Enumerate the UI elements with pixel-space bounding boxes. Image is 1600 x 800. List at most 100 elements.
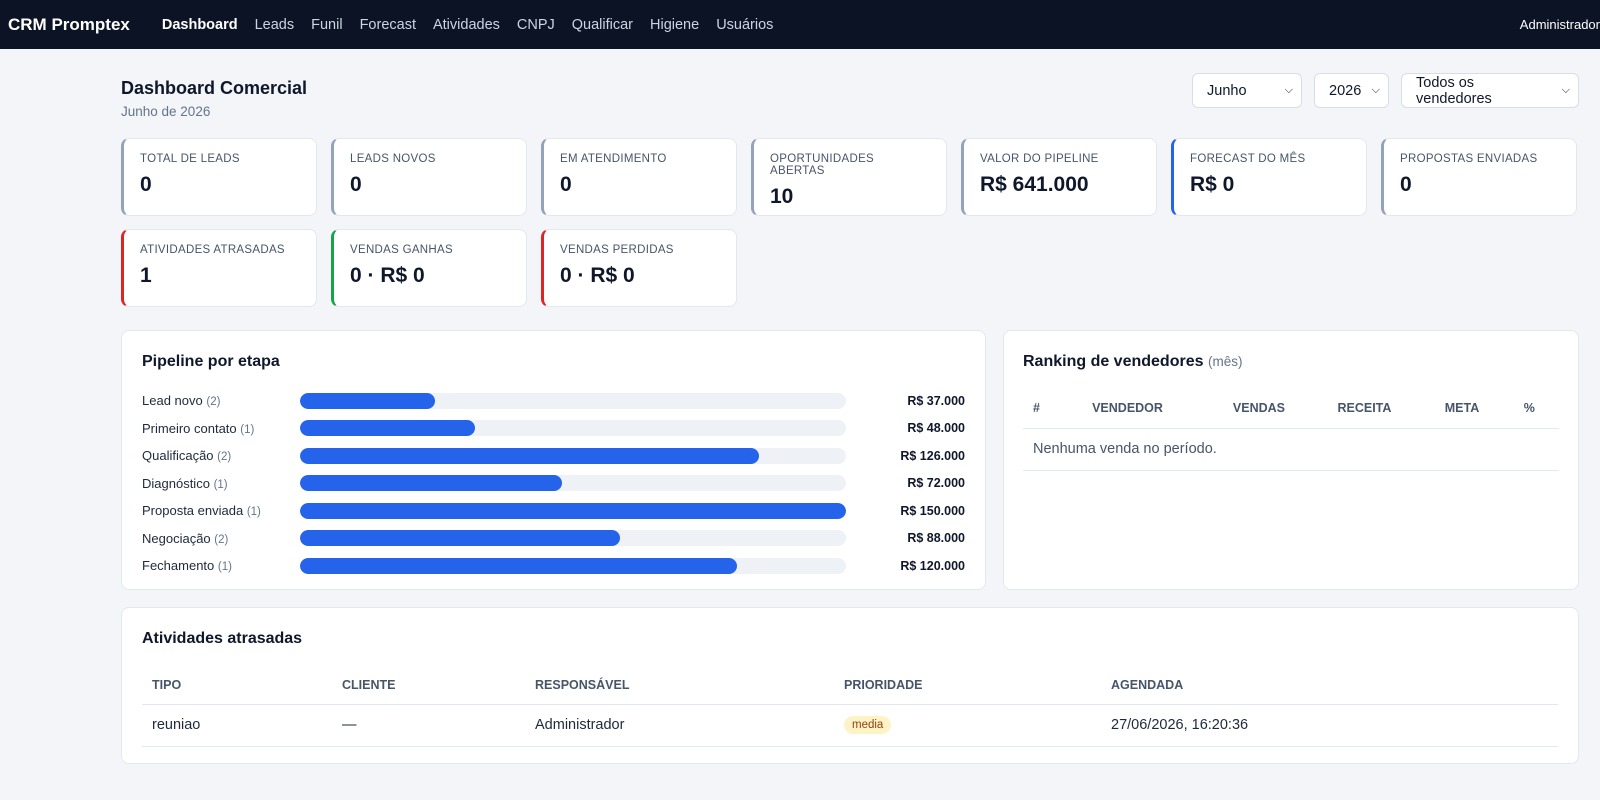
kpi-label: Vendas ganhas [350, 244, 453, 256]
stage-label: Primeiro contato (1) [142, 421, 300, 436]
seller-select-value: Todos os vendedores [1416, 74, 1492, 107]
nav-funil[interactable]: Funil [311, 17, 342, 33]
kpi-value: 0 [350, 173, 362, 196]
table-header-row: # Vendedor Vendas Receita Meta % [1023, 388, 1559, 429]
ranking-table: # Vendedor Vendas Receita Meta % Nenhuma… [1023, 388, 1559, 471]
stage-label: Qualificação (2) [142, 448, 300, 463]
stage-label: Lead novo (2) [142, 393, 300, 408]
stage-value: R$ 150.000 [900, 503, 965, 518]
col-vendedor[interactable]: Vendedor [1062, 388, 1223, 429]
pipeline-stage-row: Fechamento (1) R$ 120.000 [142, 552, 965, 580]
kpi-value: 1 [140, 264, 152, 287]
cell-cliente: — [332, 704, 525, 747]
chevron-down-icon: ⌵ [1371, 84, 1380, 96]
main-nav: Dashboard Leads Funil Forecast Atividade… [162, 17, 791, 33]
kpi-card-atividades-atrasadas: Atividades atrasadas 1 [121, 229, 317, 307]
col-vendas[interactable]: Vendas [1222, 388, 1328, 429]
stage-bar-track [300, 447, 846, 464]
nav-qualificar[interactable]: Qualificar [572, 17, 633, 33]
col-receita[interactable]: Receita [1327, 388, 1435, 429]
main-content: Dashboard Comercial Junho de 2026 Junho … [121, 49, 1579, 764]
stage-label: Negociação (2) [142, 531, 300, 546]
kpi-value: R$ 641.000 [980, 173, 1089, 196]
col-meta[interactable]: Meta [1434, 388, 1514, 429]
kpi-label: Leads novos [350, 153, 436, 165]
pipeline-stage-row: Proposta enviada (1) R$ 150.000 [142, 497, 965, 525]
stage-bar-track [300, 557, 846, 574]
kpi-value: 10 [770, 185, 794, 208]
kpi-label: Em atendimento [560, 153, 667, 165]
pipeline-stage-row: Negociação (2) R$ 88.000 [142, 525, 965, 553]
stage-value: R$ 48.000 [907, 421, 965, 436]
year-select-value: 2026 [1329, 82, 1362, 99]
empty-message: Nenhuma venda no período. [1023, 428, 1559, 471]
kpi-card-total-leads: Total de leads 0 [121, 138, 317, 216]
seller-select[interactable]: Todos os vendedores ⌵ [1401, 73, 1579, 108]
kpi-value: 0 [560, 173, 572, 196]
chevron-down-icon: ⌵ [1284, 84, 1293, 96]
priority-badge: media [844, 716, 892, 734]
stage-count: (1) [217, 561, 232, 574]
kpi-value: 0 · R$ 0 [350, 264, 425, 287]
stage-bar [300, 502, 846, 519]
nav-usuarios[interactable]: Usuários [716, 17, 773, 33]
col-agendada[interactable]: Agendada [1101, 666, 1558, 705]
stage-label: Fechamento (1) [142, 558, 300, 573]
stage-value: R$ 37.000 [907, 393, 965, 408]
nav-dashboard[interactable]: Dashboard [162, 17, 238, 33]
col-prioridade[interactable]: Prioridade [834, 666, 1101, 705]
kpi-card-em-atendimento: Em atendimento 0 [541, 138, 737, 216]
kpi-value: R$ 0 [1190, 173, 1235, 196]
pipeline-stage-row: Qualificação (2) R$ 126.000 [142, 442, 965, 470]
brand-logo[interactable]: CRM Promptex [8, 15, 130, 35]
col-responsavel[interactable]: Responsável [525, 666, 834, 705]
stage-count: (1) [246, 506, 261, 519]
table-row[interactable]: reuniao — Administrador media 27/06/2026… [142, 704, 1558, 747]
pipeline-stage-row: Primeiro contato (1) R$ 48.000 [142, 415, 965, 443]
stage-bar [300, 530, 621, 547]
stage-value: R$ 72.000 [907, 476, 965, 491]
kpi-label: Oportunidades abertas [770, 153, 875, 177]
stage-count: (2) [206, 396, 221, 409]
nav-forecast[interactable]: Forecast [360, 17, 416, 33]
col-percent[interactable]: % [1513, 388, 1559, 429]
empty-row: Nenhuma venda no período. [1023, 428, 1559, 471]
kpi-label: Valor do pipeline [980, 153, 1099, 165]
stage-bar [300, 392, 435, 409]
stage-bar [300, 475, 563, 492]
month-select[interactable]: Junho ⌵ [1192, 73, 1302, 108]
cell-responsavel: Administrador [525, 704, 834, 747]
kpi-card-oportunidades-abertas: Oportunidades abertas 10 [751, 138, 947, 216]
stage-value: R$ 88.000 [907, 531, 965, 546]
stage-name: Proposta enviada [142, 503, 244, 519]
nav-atividades[interactable]: Atividades [433, 17, 500, 33]
col-rank[interactable]: # [1023, 388, 1063, 429]
col-cliente[interactable]: Cliente [332, 666, 525, 705]
stage-bar [300, 447, 759, 464]
kpi-card-leads-novos: Leads novos 0 [331, 138, 527, 216]
kpi-label: Forecast do mês [1190, 153, 1306, 165]
kpi-card-propostas-enviadas: Propostas enviadas 0 [1381, 138, 1577, 216]
nav-leads[interactable]: Leads [255, 17, 295, 33]
kpi-value: 0 · R$ 0 [560, 264, 635, 287]
panels-row: Pipeline por etapa Lead novo (2) R$ 37.00… [121, 330, 1579, 590]
pipeline-card: Pipeline por etapa Lead novo (2) R$ 37.00… [121, 330, 986, 590]
late-activities-card: Atividades atrasadas Tipo Cliente Respon… [121, 607, 1579, 764]
month-select-value: Junho [1207, 82, 1247, 99]
user-menu[interactable]: Administrador [1520, 0, 1600, 49]
col-tipo[interactable]: Tipo [142, 666, 332, 705]
nav-cnpj[interactable]: CNPJ [517, 17, 555, 33]
stage-bar-track [300, 475, 846, 492]
nav-higiene[interactable]: Higiene [650, 17, 699, 33]
stage-label: Proposta enviada (1) [142, 503, 300, 518]
stage-count: (2) [214, 533, 229, 546]
cell-prioridade: media [834, 704, 1101, 747]
year-select[interactable]: 2026 ⌵ [1314, 73, 1389, 108]
kpi-value: 0 [1400, 173, 1412, 196]
stage-bar-track [300, 392, 846, 409]
stage-name: Diagnóstico [142, 475, 210, 491]
chevron-down-icon: ⌵ [1561, 84, 1570, 96]
page-subtitle: Junho de 2026 [121, 104, 211, 119]
stage-bar [300, 557, 737, 574]
late-activities-table: Tipo Cliente Responsável Prioridade Agen… [142, 666, 1558, 747]
